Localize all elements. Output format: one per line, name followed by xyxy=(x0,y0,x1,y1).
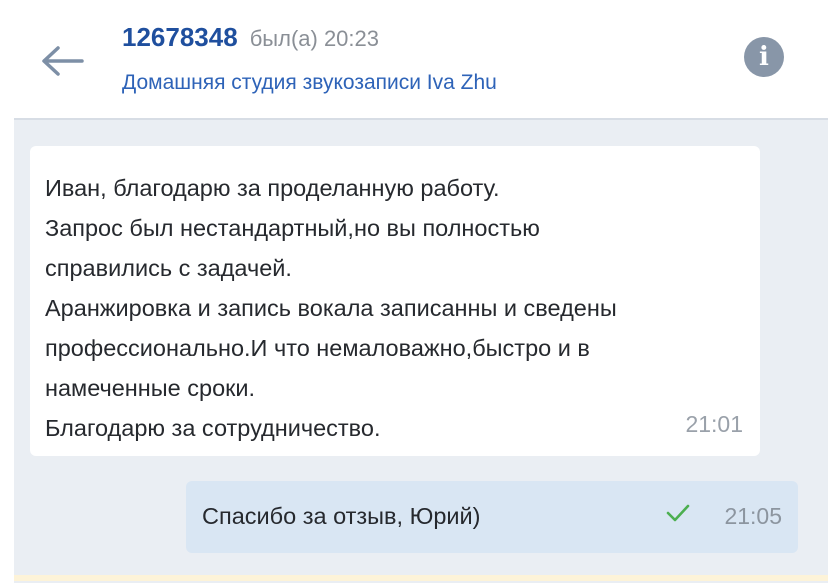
incoming-message-text: Иван, благодарю за проделанную работу. З… xyxy=(45,168,617,448)
incoming-message[interactable]: Иван, благодарю за проделанную работу. З… xyxy=(30,146,760,456)
notice-strip xyxy=(14,575,828,581)
message-line: Иван, благодарю за проделанную работу. xyxy=(45,175,500,201)
message-line: Благодарю за сотрудничество. xyxy=(45,415,381,441)
checkmark-icon xyxy=(666,504,690,522)
message-line: справились с задачей. xyxy=(45,255,292,281)
message-line: Запрос был нестандартный,но вы полностью xyxy=(45,215,540,241)
arrow-left-icon xyxy=(42,46,84,76)
message-line: намеченные сроки. xyxy=(45,375,256,401)
message-list[interactable]: Иван, благодарю за проделанную работу. З… xyxy=(14,118,828,583)
chat-header: 12678348 был(а) 20:23 Домашняя студия зву… xyxy=(0,0,828,118)
message-line: Аранжировка и запись вокала записанны и … xyxy=(45,295,617,321)
info-icon: i xyxy=(759,42,769,72)
outgoing-message-time: 21:05 xyxy=(724,503,782,529)
outgoing-message[interactable]: Спасибо за отзыв, Юрий) 21:05 xyxy=(186,481,798,553)
incoming-message-time: 21:01 xyxy=(685,411,743,437)
studio-link[interactable]: Домашняя студия звукозаписи Iva Zhu xyxy=(122,71,497,95)
outgoing-message-text: Спасибо за отзыв, Юрий) xyxy=(202,503,481,529)
user-id[interactable]: 12678348 xyxy=(122,22,238,52)
message-line: профессионально.И что немаловажно,быстро… xyxy=(45,335,590,361)
back-button[interactable] xyxy=(38,40,86,84)
chat-title: 12678348 был(а) 20:23 xyxy=(122,22,379,53)
last-seen-status: был(а) 20:23 xyxy=(249,26,379,51)
info-button[interactable]: i xyxy=(744,37,784,77)
